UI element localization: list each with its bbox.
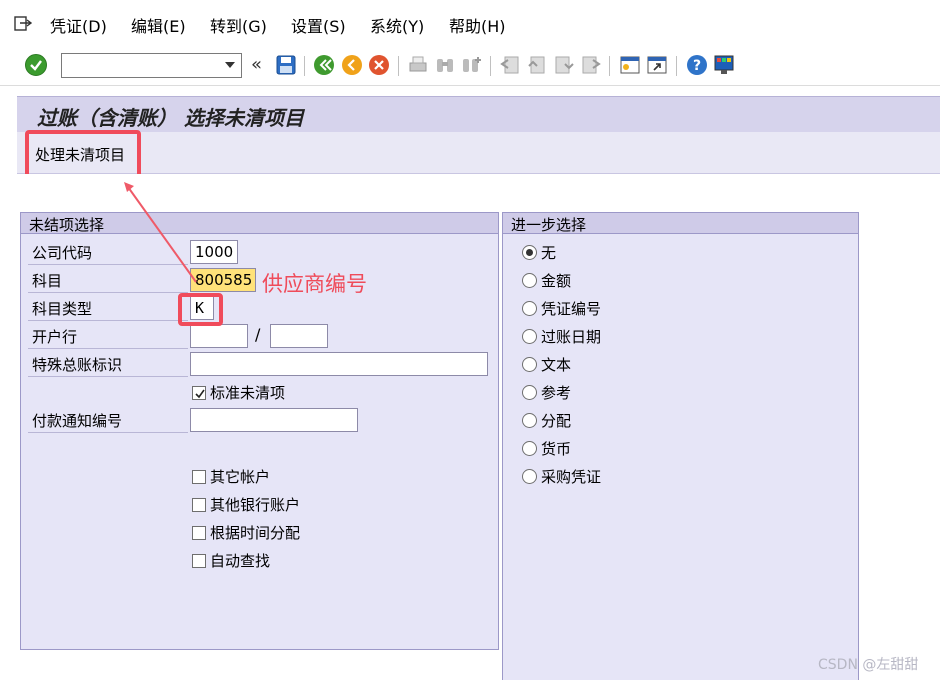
vendor-number-annotation: 供应商编号 bbox=[262, 272, 367, 296]
next-page-icon[interactable] bbox=[553, 54, 575, 76]
account-label: 科目 bbox=[32, 272, 63, 290]
other-accounts-checkbox[interactable] bbox=[192, 470, 206, 484]
special-gl-indicator-label: 特殊总账标识 bbox=[32, 356, 123, 374]
payment-advice-field[interactable] bbox=[190, 408, 358, 432]
distribute-by-age-label: 根据时间分配 bbox=[210, 524, 301, 542]
radio-currency-label: 货币 bbox=[541, 440, 572, 458]
svg-text:?: ? bbox=[693, 58, 701, 74]
account-type-label-cell: 科目类型 bbox=[28, 297, 188, 321]
first-page-icon[interactable] bbox=[499, 54, 521, 76]
standard-toolbar: « ? bbox=[0, 48, 940, 86]
bank-key-field[interactable] bbox=[190, 324, 248, 348]
other-accounts-label: 其它帐户 bbox=[210, 468, 271, 486]
radio-assignment-label: 分配 bbox=[541, 412, 572, 430]
other-bank-accounts-label: 其他银行账户 bbox=[210, 496, 301, 514]
automatic-search-checkbox[interactable] bbox=[192, 554, 206, 568]
help-icon[interactable]: ? bbox=[686, 54, 708, 76]
company-code-label-cell: 公司代码 bbox=[28, 241, 188, 265]
cancel-icon[interactable] bbox=[368, 54, 390, 76]
menu-goto[interactable]: 转到(G) bbox=[210, 17, 267, 37]
highlight-account-type bbox=[178, 293, 223, 326]
last-page-icon[interactable] bbox=[580, 54, 602, 76]
exit-menu-icon[interactable] bbox=[14, 16, 32, 32]
layout-icon[interactable] bbox=[713, 54, 735, 76]
radio-purchasing-document[interactable] bbox=[522, 469, 537, 484]
radio-currency[interactable] bbox=[522, 441, 537, 456]
menu-edit[interactable]: 编辑(E) bbox=[131, 17, 186, 37]
distribute-by-age-checkbox[interactable] bbox=[192, 526, 206, 540]
menu-bar: 凭证(D) 编辑(E) 转到(G) 设置(S) 系统(Y) 帮助(H) bbox=[0, 0, 940, 48]
radio-amount[interactable] bbox=[522, 273, 537, 288]
open-item-selection-title: 未结项选择 bbox=[29, 216, 105, 234]
command-field[interactable] bbox=[61, 53, 242, 78]
radio-posting-date[interactable] bbox=[522, 329, 537, 344]
standard-open-items-checkbox[interactable] bbox=[192, 386, 206, 400]
radio-document-number-label: 凭证编号 bbox=[541, 300, 602, 318]
title-bar: 过账（含清账） 选择未清项目 bbox=[17, 96, 940, 132]
company-code-field[interactable]: 1000 bbox=[190, 240, 238, 264]
radio-reference-label: 参考 bbox=[541, 384, 572, 402]
company-code-label: 公司代码 bbox=[32, 244, 93, 262]
account-type-label: 科目类型 bbox=[32, 300, 93, 318]
exit-icon[interactable] bbox=[341, 54, 363, 76]
command-input[interactable] bbox=[65, 56, 215, 75]
radio-none[interactable] bbox=[522, 245, 537, 260]
bank-label: 开户行 bbox=[32, 328, 78, 346]
special-gl-label-cell: 特殊总账标识 bbox=[28, 353, 188, 377]
special-gl-indicator-field[interactable] bbox=[190, 352, 488, 376]
previous-page-icon[interactable] bbox=[526, 54, 548, 76]
open-item-selection-header: 未结项选择 bbox=[21, 213, 498, 234]
radio-document-number[interactable] bbox=[522, 301, 537, 316]
radio-reference[interactable] bbox=[522, 385, 537, 400]
automatic-search-label: 自动查找 bbox=[210, 552, 271, 570]
application-toolbar: 处理未清项目 bbox=[17, 132, 940, 174]
radio-text-label: 文本 bbox=[541, 356, 572, 374]
highlight-process-open-items bbox=[25, 130, 141, 180]
radio-amount-label: 金额 bbox=[541, 272, 572, 290]
payment-advice-label: 付款通知编号 bbox=[32, 412, 123, 430]
save-icon[interactable] bbox=[275, 54, 297, 76]
menu-document[interactable]: 凭证(D) bbox=[50, 17, 107, 37]
standard-open-items-label: 标准未清项 bbox=[210, 384, 286, 402]
account-field[interactable]: 800585 bbox=[190, 268, 256, 292]
other-bank-accounts-checkbox[interactable] bbox=[192, 498, 206, 512]
bank-separator: / bbox=[255, 325, 261, 344]
enter-icon[interactable] bbox=[25, 54, 47, 76]
create-session-icon[interactable] bbox=[619, 54, 641, 76]
find-icon[interactable] bbox=[434, 54, 456, 76]
bank-label-cell: 开户行 bbox=[28, 325, 188, 349]
additional-selections-title: 进一步选择 bbox=[511, 216, 587, 234]
page-title: 过账（含清账） 选择未清项目 bbox=[37, 106, 304, 130]
chevron-down-icon[interactable] bbox=[225, 62, 235, 68]
collapse-command-icon[interactable]: « bbox=[251, 54, 262, 76]
back-icon[interactable] bbox=[313, 54, 335, 76]
account-label-cell: 科目 bbox=[28, 269, 188, 293]
additional-selections-header: 进一步选择 bbox=[503, 213, 858, 234]
radio-purchasing-document-label: 采购凭证 bbox=[541, 468, 602, 486]
radio-text[interactable] bbox=[522, 357, 537, 372]
print-icon[interactable] bbox=[407, 54, 429, 76]
menu-settings[interactable]: 设置(S) bbox=[291, 17, 346, 37]
watermark: CSDN @左甜甜 bbox=[818, 657, 919, 673]
radio-assignment[interactable] bbox=[522, 413, 537, 428]
find-next-icon[interactable] bbox=[461, 54, 483, 76]
payment-advice-label-cell: 付款通知编号 bbox=[28, 409, 188, 433]
radio-posting-date-label: 过账日期 bbox=[541, 328, 602, 346]
menu-help[interactable]: 帮助(H) bbox=[449, 17, 506, 37]
shortcut-icon[interactable] bbox=[646, 54, 668, 76]
menu-system[interactable]: 系统(Y) bbox=[370, 17, 424, 37]
bank-account-field[interactable] bbox=[270, 324, 328, 348]
radio-none-label: 无 bbox=[541, 244, 557, 262]
